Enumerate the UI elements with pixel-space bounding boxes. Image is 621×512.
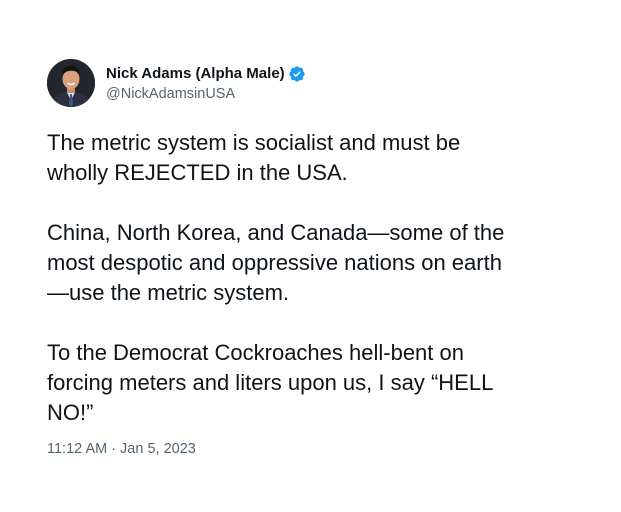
tweet-line: most despotic and oppressive nations on … [47,250,502,275]
tweet-header: Nick Adams (Alpha Male) @NickAdamsinUSA [47,58,587,108]
tweet-card: Nick Adams (Alpha Male) @NickAdamsinUSA … [47,58,587,458]
tweet-timestamp[interactable]: 11:12 AM · Jan 5, 2023 [47,440,587,458]
tweet-line: China, North Korea, and Canada—some of t… [47,220,505,245]
tweet-time: 11:12 AM [47,441,108,457]
avatar-photo [47,59,95,107]
name-row: Nick Adams (Alpha Male) [106,65,306,83]
tweet-line: The metric system is socialist and must … [47,130,461,155]
tweet-text: The metric system is socialist and must … [47,128,577,428]
verified-badge-icon [288,65,306,83]
tweet-line: To the Democrat Cockroaches hell-bent on [47,340,464,365]
tweet-line: —use the metric system. [47,280,290,305]
author-handle[interactable]: @NickAdamsinUSA [106,86,306,103]
timestamp-separator: · [111,441,117,457]
tweet-paragraph: The metric system is socialist and must … [47,128,577,188]
tweet-line: wholly REJECTED in the USA. [47,160,348,185]
author-info: Nick Adams (Alpha Male) @NickAdamsinUSA [106,63,306,103]
tweet-paragraph: To the Democrat Cockroaches hell-bent on… [47,338,577,428]
avatar[interactable] [47,59,95,107]
author-display-name[interactable]: Nick Adams (Alpha Male) [106,65,285,83]
tweet-date: Jan 5, 2023 [120,441,196,457]
tweet-line: forcing meters and liters upon us, I say… [47,370,494,395]
tweet-line: NO!” [47,400,94,425]
tweet-paragraph: China, North Korea, and Canada—some of t… [47,218,577,308]
